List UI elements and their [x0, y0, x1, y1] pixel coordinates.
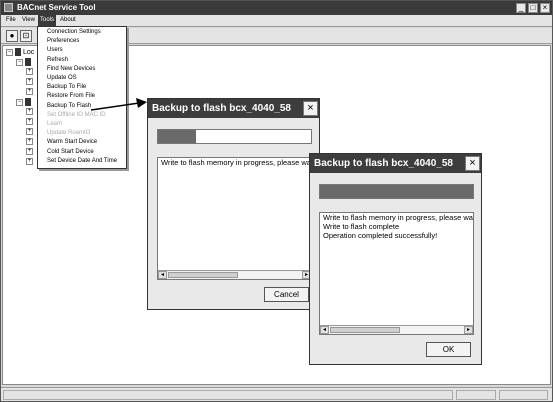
- status-cell: [456, 390, 496, 400]
- menu-about[interactable]: About: [58, 17, 78, 23]
- collapse-icon[interactable]: −: [16, 98, 23, 106]
- tree-node[interactable]: +: [26, 78, 33, 85]
- tree-node[interactable]: −: [16, 98, 31, 106]
- menu-view[interactable]: View: [20, 17, 37, 23]
- menu-item-refresh[interactable]: Refresh: [47, 57, 68, 63]
- backup-progress-dialog: Backup to flash bcx_4040_58 × Write to f…: [147, 98, 320, 310]
- expand-icon[interactable]: +: [26, 68, 33, 75]
- callout-arrow: [91, 98, 147, 111]
- expand-icon[interactable]: +: [26, 108, 33, 115]
- menu-item-cold-start-device[interactable]: Cold Start Device: [47, 149, 94, 155]
- expand-icon[interactable]: +: [26, 78, 33, 85]
- menu-item-users[interactable]: Users: [47, 47, 63, 53]
- expand-icon[interactable]: +: [26, 138, 33, 145]
- ok-button[interactable]: OK: [426, 342, 471, 357]
- scroll-thumb[interactable]: [330, 327, 400, 333]
- menu-item-find-new-devices[interactable]: Find New Devices: [47, 66, 95, 72]
- horizontal-scrollbar[interactable]: ◂ ▸: [158, 270, 311, 279]
- app-icon: [4, 3, 13, 12]
- expand-icon[interactable]: +: [26, 128, 33, 135]
- title-bar: BACnet Service Tool _ □ ×: [1, 1, 552, 15]
- progress-fill: [320, 185, 473, 198]
- scroll-left-icon[interactable]: ◂: [320, 326, 329, 334]
- tree-node[interactable]: +: [26, 138, 33, 145]
- scroll-thumb[interactable]: [168, 272, 238, 278]
- horizontal-scrollbar[interactable]: ◂ ▸: [320, 325, 473, 334]
- backup-complete-dialog: Backup to flash bcx_4040_58 × Write to f…: [309, 153, 482, 365]
- menu-item-restore-from-file[interactable]: Restore From File: [47, 93, 95, 99]
- network-icon: [15, 48, 21, 56]
- connect-icon[interactable]: ●: [6, 30, 18, 42]
- tree-node[interactable]: +: [26, 68, 33, 75]
- log-output: Write to flash memory in progress, pleas…: [319, 212, 474, 335]
- dialog-title: Backup to flash bcx_4040_58: [148, 99, 319, 118]
- cancel-button[interactable]: Cancel: [264, 287, 309, 302]
- scroll-right-icon[interactable]: ▸: [464, 326, 473, 334]
- menu-item-learn: Learn: [47, 121, 63, 127]
- tree-node[interactable]: +: [26, 128, 33, 135]
- collapse-icon[interactable]: −: [6, 48, 13, 56]
- dialog-close-button[interactable]: ×: [465, 156, 480, 171]
- menu-item-backup-to-flash[interactable]: Backup To Flash: [47, 103, 91, 109]
- log-line: Write to flash complete: [323, 222, 400, 231]
- tree-node[interactable]: +: [26, 158, 33, 165]
- menu-item-set-device-date-and-time[interactable]: Set Device Date And Time: [47, 158, 117, 164]
- dialog-close-button[interactable]: ×: [303, 101, 318, 116]
- expand-icon[interactable]: +: [26, 118, 33, 125]
- tree-node[interactable]: −: [16, 58, 31, 66]
- device-icon: [25, 58, 31, 66]
- app-title: BACnet Service Tool: [17, 3, 96, 12]
- collapse-icon[interactable]: −: [16, 58, 23, 66]
- menu-item-warm-start-device[interactable]: Warm Start Device: [47, 139, 97, 145]
- expand-icon[interactable]: +: [26, 88, 33, 95]
- log-line: Write to flash memory in progress, pleas…: [161, 158, 312, 167]
- menu-item-connection-settings[interactable]: Connection Settings: [47, 29, 101, 35]
- tree-node[interactable]: +: [26, 108, 33, 115]
- tree-node[interactable]: +: [26, 148, 33, 155]
- progress-bar: [319, 184, 474, 199]
- log-output: Write to flash memory in progress, pleas…: [157, 157, 312, 280]
- status-bar: [1, 387, 552, 401]
- tree-root[interactable]: − Loc: [6, 48, 34, 56]
- scroll-left-icon[interactable]: ◂: [158, 271, 167, 279]
- menu-item-update-roamio: Update RoamIO: [47, 130, 91, 137]
- tree-node[interactable]: +: [26, 118, 33, 125]
- menu-item-backup-to-file[interactable]: Backup To File: [47, 84, 86, 90]
- menu-file[interactable]: File: [4, 17, 18, 23]
- menu-item-update-os[interactable]: Update OS: [47, 75, 77, 81]
- expand-icon[interactable]: +: [26, 158, 33, 165]
- close-button[interactable]: ×: [540, 3, 550, 13]
- status-cell: [499, 390, 548, 400]
- device-icon[interactable]: ⊡: [20, 30, 32, 42]
- minimize-button[interactable]: _: [516, 3, 526, 13]
- dialog-title: Backup to flash bcx_4040_58: [310, 154, 481, 173]
- tree-root-label: Loc: [22, 48, 35, 56]
- maximize-button[interactable]: □: [528, 3, 538, 13]
- status-cell: [3, 390, 453, 400]
- expand-icon[interactable]: +: [26, 148, 33, 155]
- device-icon: [25, 98, 31, 106]
- tree-node[interactable]: +: [26, 88, 33, 95]
- menu-item-preferences[interactable]: Preferences: [47, 38, 79, 44]
- progress-bar: [157, 129, 312, 144]
- progress-fill: [158, 130, 197, 143]
- log-line: Write to flash memory in progress, pleas…: [323, 213, 474, 222]
- log-line: Operation completed successfully!: [323, 231, 438, 240]
